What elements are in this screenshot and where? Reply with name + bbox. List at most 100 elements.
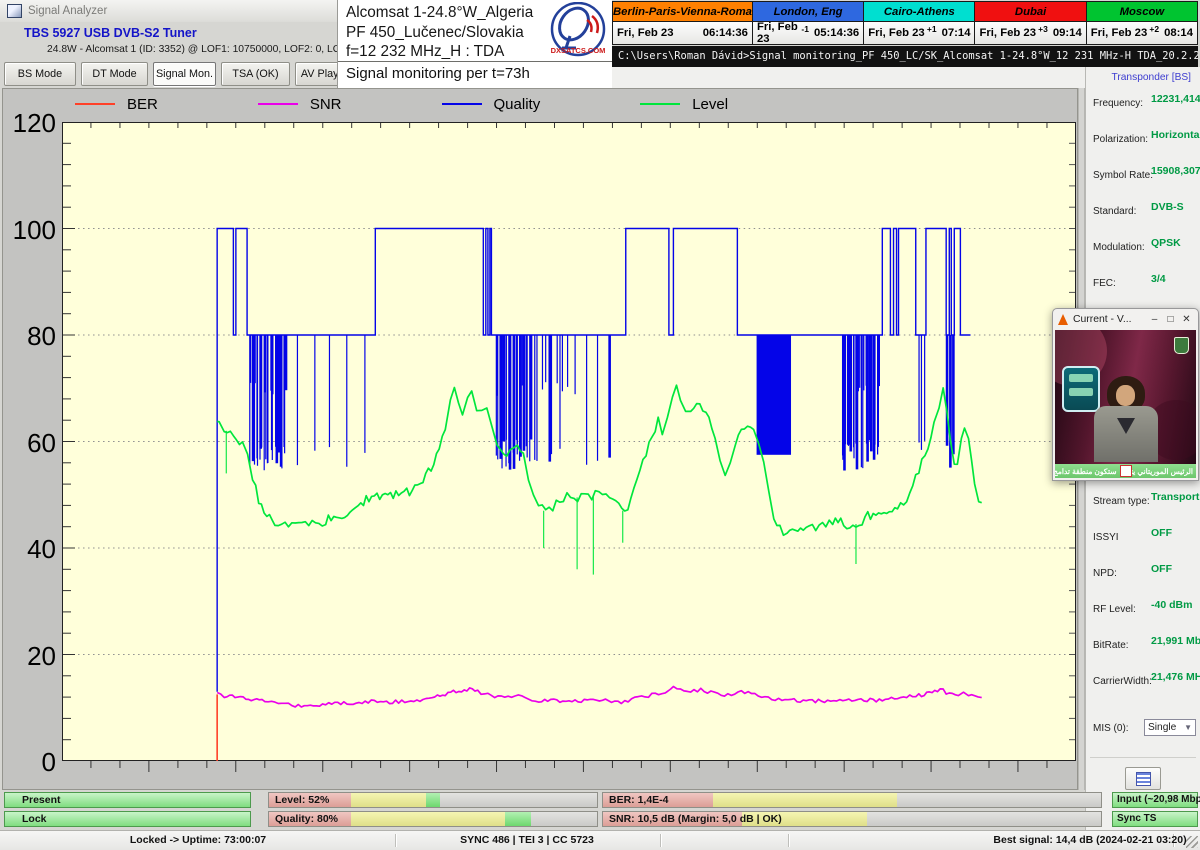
tab-bs-mode[interactable]: BS Mode — [4, 62, 76, 86]
legend-item-level: Level — [640, 96, 728, 113]
transponder-row-carrierwidth: CarrierWidth:21,476 MHz — [1093, 671, 1198, 685]
ticker-text-left: ستكون منطقة تدامج ويعسر تبادل — [1055, 467, 1120, 476]
meter-fill-green — [426, 793, 439, 807]
clock-city: London, Eng — [753, 2, 863, 22]
statusbar-divider — [660, 834, 661, 847]
chart-panel: BERSNRQualityLevel 120100806040200 — [2, 88, 1078, 790]
clock-time-row: Fri, Feb 23+208:14 — [1087, 22, 1197, 44]
monitoring-duration: Signal monitoring per t=73h — [338, 62, 612, 82]
level-meter: Level: 52% — [268, 792, 598, 808]
vlc-window[interactable]: Current - V... – □ ✕ ستكون منطقة تدامج و… — [1052, 308, 1199, 481]
snr-meter: SNR: 10,5 dB (Margin: 5,0 dB | OK) — [602, 811, 1102, 827]
lock-indicator: Lock — [4, 811, 251, 827]
close-button[interactable]: ✕ — [1180, 314, 1193, 325]
mis-label: MIS (0): — [1093, 723, 1129, 734]
resize-grip[interactable] — [1186, 836, 1198, 848]
studio-sign-graphic — [1062, 366, 1100, 412]
presenter-face — [1116, 385, 1135, 406]
clock-city: Cairo-Athens — [864, 2, 974, 22]
status-bar: Locked -> Uptime: 73:00:07 SYNC 486 | TE… — [0, 830, 1200, 850]
window-title: Signal Analyzer — [28, 5, 107, 17]
transponder-row-polarization: Polarization:Horizontal — [1093, 129, 1198, 143]
clock-moscow: MoscowFri, Feb 23+208:14 — [1087, 1, 1198, 45]
maximize-button[interactable]: □ — [1164, 314, 1177, 325]
transponder-list-button[interactable] — [1125, 767, 1161, 790]
y-tick-100: 100 — [3, 217, 56, 243]
y-tick-20: 20 — [3, 643, 56, 669]
legend-item-ber: BER — [75, 96, 158, 113]
transponder-row-issyi: ISSYIOFF — [1093, 527, 1198, 541]
sync-status: SYNC 486 | TEI 3 | CC 5723 — [460, 834, 594, 846]
transponder-row-frequency: Frequency:12231,414 MHz — [1093, 93, 1198, 107]
sync-ts-indicator: Sync TS — [1112, 811, 1198, 827]
tab-dt-mode[interactable]: DT Mode — [81, 62, 148, 86]
clock-cairo-athens: Cairo-AthensFri, Feb 23+107:14 — [864, 1, 975, 45]
meter-fill-yellow — [351, 812, 505, 826]
transponder-row-npd: NPD:OFF — [1093, 563, 1198, 577]
transponder-row-modulation: Modulation:QPSK — [1093, 237, 1198, 251]
legend-item-quality: Quality — [442, 96, 541, 113]
clock-berlin-paris-vienna-roma: Berlin-Paris-Vienna-RomaFri, Feb 2306:14… — [612, 1, 753, 45]
quality-meter: Quality: 80% — [268, 811, 598, 827]
tuner-name: TBS 5927 USB DVB-S2 Tuner — [24, 26, 197, 40]
y-tick-0: 0 — [3, 749, 56, 775]
news-ticker: ستكون منطقة تدامج ويعسر تبادل الرئيس الم… — [1055, 464, 1196, 478]
dxsatcs-logo: DXSATCS.COM — [546, 2, 610, 60]
list-icon — [1136, 772, 1151, 786]
legend-line-swatch — [640, 103, 680, 105]
clock-city: Moscow — [1087, 2, 1197, 22]
signal-chart — [62, 122, 1076, 776]
statusbar-divider — [395, 834, 396, 847]
presenter-blazer — [1094, 406, 1158, 462]
statusbar-divider — [788, 834, 789, 847]
tuner-details: 24.8W - Alcomsat 1 (ID: 3352) @ LOF1: 10… — [47, 44, 375, 55]
vlc-titlebar[interactable]: Current - V... – □ ✕ — [1053, 309, 1198, 330]
transponder-row-symbol-rate: Symbol Rate:15908,307 KS/s — [1093, 165, 1198, 179]
meter-fill-yellow — [351, 793, 426, 807]
legend-line-swatch — [258, 103, 298, 105]
clock-time-row: Fri, Feb 2306:14:36 — [613, 22, 752, 44]
vlc-video-area[interactable]: ستكون منطقة تدامج ويعسر تبادل الرئيس الم… — [1055, 330, 1196, 478]
y-tick-80: 80 — [3, 323, 56, 349]
world-clocks: Berlin-Paris-Vienna-RomaFri, Feb 2306:14… — [612, 1, 1198, 45]
mis-value: Single — [1148, 722, 1176, 733]
ticker-separator-box — [1120, 465, 1132, 477]
legend-line-swatch — [75, 103, 115, 105]
transponder-row-fec: FEC:3/4 — [1093, 273, 1198, 287]
best-signal-status: Best signal: 14,4 dB (2024-02-21 03:20) — [993, 834, 1186, 846]
ticker-text-right: الرئيس الموريتاني يتلقى دعوة — [1132, 467, 1197, 476]
input-indicator: Input (~20,98 Mbps) — [1112, 792, 1198, 808]
transponder-row-rf-level: RF Level:-40 dBm — [1093, 599, 1198, 613]
channel-crest-logo — [1174, 337, 1189, 354]
titlebar: Signal Analyzer — [0, 0, 338, 22]
logo-text-svg: DXSATCS.COM — [551, 46, 606, 55]
meter-fill-yellow — [713, 793, 897, 807]
tab-tsa-ok[interactable]: TSA (OK) — [221, 62, 290, 86]
transponder-row-stream-type: Stream type:Transport — [1093, 491, 1198, 505]
minimize-button[interactable]: – — [1148, 314, 1161, 325]
chevron-down-icon: ▼ — [1184, 720, 1192, 736]
presenter-blouse — [1117, 418, 1135, 434]
vlc-title: Current - V... — [1073, 314, 1145, 325]
app-icon — [7, 4, 22, 18]
chart-legend: BERSNRQualityLevel — [75, 92, 828, 116]
y-tick-40: 40 — [3, 536, 56, 562]
clock-time-row: Fri, Feb 23-105:14:36 — [753, 22, 863, 44]
y-tick-60: 60 — [3, 430, 56, 456]
y-tick-120: 120 — [3, 110, 56, 136]
mode-tabs: BS ModeDT ModeSignal Mon.TSA (OK)AV Play… — [4, 62, 354, 86]
present-indicator: Present — [4, 792, 251, 808]
meter-fill-green — [505, 812, 531, 826]
transponder-row-bitrate: BitRate:21,991 Mbit/s — [1093, 635, 1198, 649]
signal-analyzer-app: Signal Analyzer TBS 5927 USB DVB-S2 Tune… — [0, 0, 1200, 850]
command-prompt-line: C:\Users\Roman Dávid>Signal monitoring_P… — [612, 46, 1198, 67]
legend-line-swatch — [442, 103, 482, 105]
mis-dropdown[interactable]: Single ▼ — [1144, 719, 1196, 736]
ber-meter: BER: 1,4E-4 — [602, 792, 1102, 808]
clock-city: Dubai — [975, 2, 1085, 22]
uptime-status: Locked -> Uptime: 73:00:07 — [130, 834, 266, 846]
clock-london-eng: London, EngFri, Feb 23-105:14:36 — [753, 1, 864, 45]
clock-time-row: Fri, Feb 23+107:14 — [864, 22, 974, 44]
clock-dubai: DubaiFri, Feb 23+309:14 — [975, 1, 1086, 45]
tab-signal-mon[interactable]: Signal Mon. — [153, 62, 216, 86]
